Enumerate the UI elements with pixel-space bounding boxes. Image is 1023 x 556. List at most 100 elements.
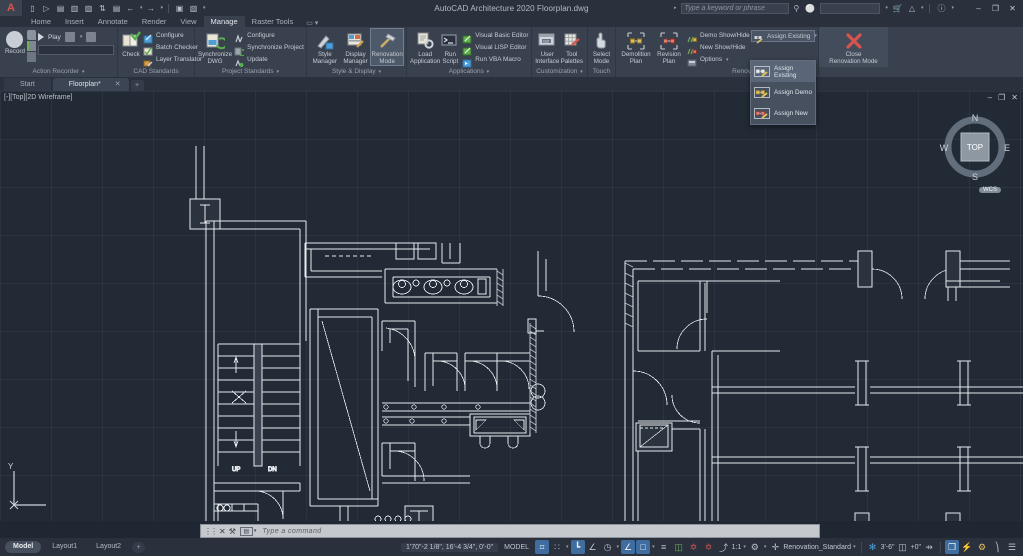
close-renovation-mode-button[interactable]: Close Renovation Mode <box>822 29 885 65</box>
menu-item-assign-existing[interactable]: Assign Existing <box>751 61 815 82</box>
ribbon-tab-raster-tools[interactable]: Raster Tools <box>245 16 301 27</box>
command-input[interactable]: Type a command <box>256 528 816 535</box>
view-cube[interactable]: TOP N S E W <box>937 109 1013 185</box>
command-line-customize-icon[interactable]: ⚒ <box>229 527 236 536</box>
run-script-button[interactable]: Run Script <box>440 29 460 65</box>
snap-caret-icon[interactable]: ▾ <box>566 544 569 550</box>
action-step-caret-icon[interactable]: ▾ <box>80 34 83 40</box>
assign-split-caret-icon[interactable]: ▾ <box>814 33 817 39</box>
panel-caret-icon[interactable]: ▾ <box>82 69 85 75</box>
polar-tracking-toggle[interactable]: ∠ <box>586 540 600 554</box>
restore-button[interactable]: ❐ <box>989 4 1002 13</box>
elevation-offset-icon[interactable]: ◫ <box>896 540 910 554</box>
demo-show-hide-item[interactable]: Demo Show/Hide <box>685 30 751 42</box>
cut-plane-icon[interactable]: ✻ <box>866 540 880 554</box>
check-standards-button[interactable]: Check <box>121 29 141 59</box>
cart-icon[interactable]: 🛒 <box>892 4 904 13</box>
user-name-field[interactable] <box>820 2 881 14</box>
select-mode-button[interactable]: Select Mode <box>591 29 612 65</box>
object-snap-toggle[interactable]: □ <box>636 540 651 554</box>
command-line[interactable]: ⋮⋮ ✕ ⚒ ▤ ▾ Type a command <box>200 524 820 538</box>
visual-basic-editor-item[interactable]: Visual Basic Editor <box>460 30 530 43</box>
menu-item-assign-demo[interactable]: Assign Demo <box>751 82 815 103</box>
command-prompt-icon[interactable]: ▤ <box>239 526 253 536</box>
new-show-hide-item[interactable]: New Show/Hide <box>685 42 751 54</box>
panel-caret-icon[interactable]: ▾ <box>580 69 583 75</box>
ucs-selector[interactable]: WCS <box>979 187 1001 193</box>
dynamic-ucs-toggle[interactable]: ⤴ <box>717 540 731 554</box>
panel-caret-icon[interactable]: ▾ <box>379 69 382 75</box>
demolition-plan-button[interactable]: Demolition Plan <box>619 29 653 65</box>
renovation-standard-caret-icon[interactable]: ▾ <box>853 544 856 550</box>
action-copy-icon[interactable] <box>86 32 97 42</box>
ribbon-tab-render[interactable]: Render <box>135 16 174 27</box>
isolate-objects-icon[interactable]: ⇸ <box>922 540 936 554</box>
record-button[interactable]: Record <box>3 29 27 56</box>
renovate-options-item[interactable]: Options ▾ <box>685 54 751 66</box>
user-message-icon[interactable] <box>26 30 36 40</box>
ortho-mode-toggle[interactable]: ┗ <box>570 540 585 554</box>
elevation-offset[interactable]: +0" <box>911 544 921 551</box>
file-tab-floorplan[interactable]: Floorplan* ✕ <box>52 78 129 91</box>
workspace-caret-icon[interactable]: ▾ <box>764 544 767 550</box>
options-caret-icon[interactable]: ▾ <box>726 57 729 63</box>
help-caret-icon[interactable]: ▾ <box>951 5 954 11</box>
hardware-acceleration-icon[interactable]: ⚡ <box>960 540 974 554</box>
ribbon-tab-annotate[interactable]: Annotate <box>91 16 135 27</box>
cut-plane-height[interactable]: 3'-6" <box>881 544 895 551</box>
coordinates-display[interactable]: 1'70"-2 1/8", 16'-4 3/4", 0'-0" <box>401 542 499 552</box>
account-caret-icon[interactable]: ▾ <box>885 5 888 11</box>
action-step-icon[interactable] <box>64 32 75 42</box>
tray-settings-icon[interactable]: ⚙ <box>975 540 989 554</box>
synchronize-dwg-button[interactable]: Synchronize DWG <box>198 29 232 65</box>
style-manager-button[interactable]: Style Manager <box>310 29 340 65</box>
file-tab-start[interactable]: Start <box>4 78 51 91</box>
configure-project-item[interactable]: Configure <box>232 30 306 42</box>
play-button[interactable]: Play ▾ <box>38 31 114 43</box>
ribbon-tab-overflow-icon[interactable]: ▭ ▾ <box>300 19 324 27</box>
renovation-standard-label[interactable]: Renovation_Standard <box>783 544 851 551</box>
user-account-icon[interactable]: ⚪ <box>804 4 816 13</box>
minimize-button[interactable]: – <box>972 4 985 13</box>
isolate-objects-toggle[interactable]: ❐ <box>945 540 959 554</box>
file-tab-close-icon[interactable]: ✕ <box>115 78 121 91</box>
panel-caret-icon[interactable]: ▾ <box>487 69 490 75</box>
add-layout-button[interactable]: + <box>132 541 146 553</box>
layout-tab-layout2[interactable]: Layout2 <box>88 541 129 553</box>
load-application-button[interactable]: Load Application <box>410 29 440 65</box>
lineweight-toggle[interactable]: ≡ <box>657 540 671 554</box>
annotation-scale-caret-icon[interactable]: ▾ <box>743 544 746 550</box>
space-indicator[interactable]: MODEL <box>504 544 529 551</box>
ribbon-tab-home[interactable]: Home <box>24 16 58 27</box>
snap-mode-toggle[interactable]: ∷ <box>550 540 564 554</box>
renovation-mode-button[interactable]: Renovation Mode <box>370 27 404 67</box>
clean-screen-icon[interactable]: ⎞ <box>990 540 1004 554</box>
display-manager-button[interactable]: Display Manager <box>341 29 371 65</box>
help-icon[interactable]: ⓘ <box>936 3 946 14</box>
revision-plan-button[interactable]: Revision Plan <box>653 29 685 65</box>
user-interface-button[interactable]: GUI User Interface <box>535 29 560 65</box>
new-file-tab-button[interactable]: + <box>130 80 144 91</box>
run-vba-macro-item[interactable]: Run VBA Macro <box>460 54 530 67</box>
fullscreen-toggle-icon[interactable]: ✛ <box>768 540 782 554</box>
share-caret-icon[interactable]: ▾ <box>921 5 924 11</box>
update-item[interactable]: Update <box>232 54 306 67</box>
synchronize-project-item[interactable]: Synchronize Project <box>232 42 306 57</box>
menu-item-assign-new[interactable]: Assign New <box>751 103 815 124</box>
isometric-drafting-toggle[interactable]: ◷ <box>601 540 615 554</box>
drawing-canvas[interactable]: [-][Top][2D Wireframe] – ❐ ✕ UP DN TOP N… <box>0 91 1023 521</box>
command-line-close-icon[interactable]: ✕ <box>219 527 226 536</box>
transparency-toggle[interactable]: ◫ <box>672 540 686 554</box>
selection-cycling-toggle[interactable]: ✡ <box>687 540 701 554</box>
annotation-scale[interactable]: 1:1 <box>732 544 742 551</box>
3d-object-snap-toggle[interactable]: ✡ <box>702 540 716 554</box>
grid-display-toggle[interactable]: ⌗ <box>535 540 550 554</box>
workspace-switching-icon[interactable]: ⚙ <box>748 540 762 554</box>
close-button[interactable]: ✕ <box>1006 4 1019 13</box>
panel-caret-icon[interactable]: ▾ <box>276 69 279 75</box>
ribbon-tab-manage[interactable]: Manage <box>203 16 245 27</box>
action-macro-combo[interactable] <box>38 45 114 55</box>
ribbon-tab-insert[interactable]: Insert <box>58 16 91 27</box>
layout-tab-layout1[interactable]: Layout1 <box>44 541 85 553</box>
insert-base-point-icon[interactable] <box>26 41 36 51</box>
